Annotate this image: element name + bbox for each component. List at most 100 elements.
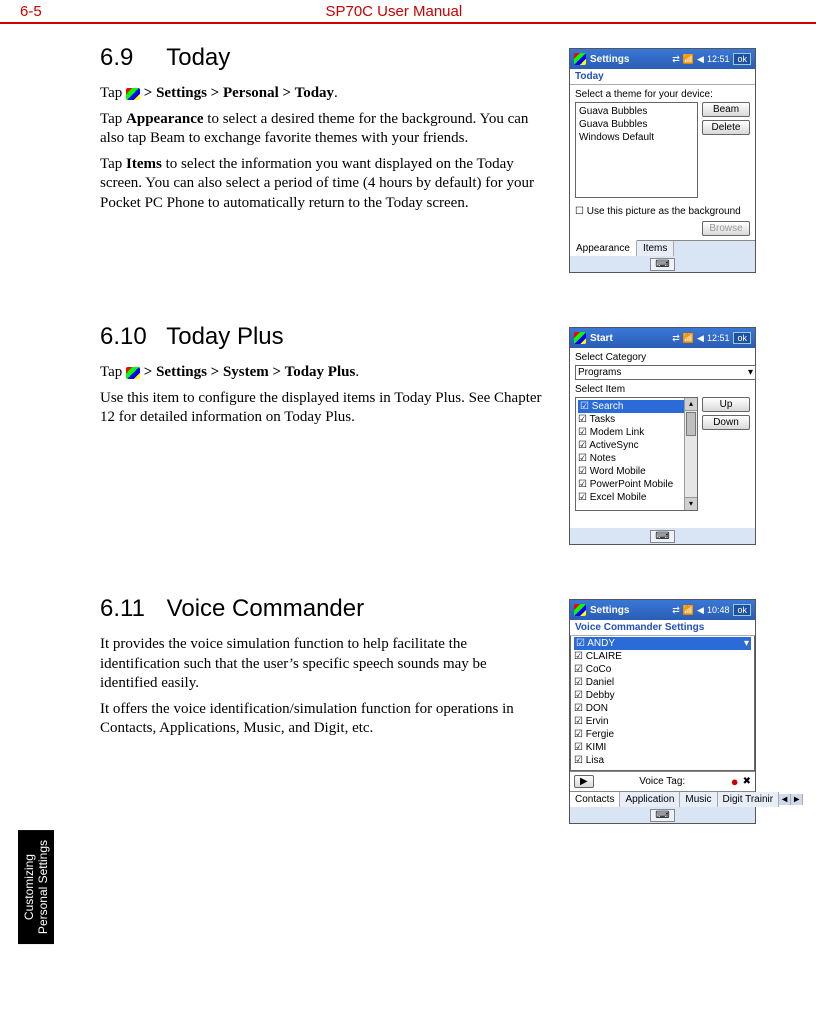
- ok-button[interactable]: ok: [733, 53, 751, 65]
- list-item[interactable]: DON: [574, 702, 751, 715]
- list-item[interactable]: Modem Link: [578, 426, 695, 439]
- scrollbar[interactable]: ▴ ▾: [684, 398, 697, 510]
- ppc-titlebar[interactable]: Start ⇄ 📶 ◀ 12:51 ok: [570, 328, 755, 348]
- tab-items[interactable]: Items: [637, 241, 674, 256]
- section-today-plus: 6.10 Today Plus Tap > Settings > System …: [100, 323, 756, 545]
- section-6-11-heading: 6.11 Voice Commander: [100, 595, 547, 623]
- clock-text[interactable]: 12:51: [707, 333, 730, 343]
- screenshot-voice-commander: Settings ⇄ 📶 ◀ 10:48 ok Voice Commander …: [569, 599, 756, 824]
- heading-number: 6.11: [100, 595, 160, 623]
- theme-label: Select a theme for your device:: [575, 89, 750, 100]
- sip-keyboard-icon[interactable]: ⌨: [650, 258, 674, 271]
- connectivity-icon[interactable]: ⇄: [672, 54, 680, 65]
- connectivity-icon[interactable]: ⇄: [672, 333, 680, 344]
- list-item[interactable]: Tasks: [578, 413, 695, 426]
- theme-item[interactable]: Guava Bubbles: [579, 105, 694, 118]
- signal-icon[interactable]: 📶: [683, 605, 694, 616]
- list-item[interactable]: Daniel: [574, 676, 751, 689]
- list-item[interactable]: Fergie: [574, 728, 751, 741]
- chapter-side-tab: Customizing Personal Settings: [18, 830, 54, 944]
- speaker-icon[interactable]: ◀: [697, 54, 704, 65]
- theme-listbox[interactable]: Guava Bubbles Guava Bubbles Windows Defa…: [575, 102, 698, 198]
- contacts-listbox[interactable]: ☑ ANDY▾ CLAIRE CoCo Daniel Debby DON Erv…: [570, 636, 755, 771]
- ppc-titlebar[interactable]: Settings ⇄ 📶 ◀ 10:48 ok: [570, 600, 755, 620]
- tab-strip: Appearance Items: [570, 240, 755, 256]
- start-flag-icon[interactable]: [574, 332, 586, 344]
- list-item[interactable]: Word Mobile: [578, 465, 695, 478]
- clock-text[interactable]: 12:51: [707, 54, 730, 64]
- chevron-down-icon: ▾: [748, 367, 753, 378]
- tab-music[interactable]: Music: [680, 792, 717, 807]
- delete-tag-icon[interactable]: ✖: [743, 776, 751, 787]
- start-flag-icon[interactable]: [574, 53, 586, 65]
- tab-digit-training[interactable]: Digit Trainir: [718, 792, 780, 807]
- up-button[interactable]: Up: [702, 397, 750, 412]
- tab-scroll-left-icon[interactable]: ◂: [779, 794, 791, 805]
- side-tab-line1: Customizing: [22, 854, 36, 920]
- category-dropdown[interactable]: Programs ▾: [575, 365, 756, 380]
- list-item[interactable]: Excel Mobile: [578, 491, 695, 504]
- page-header: 6-5 SP70C User Manual: [0, 0, 816, 24]
- list-item[interactable]: PowerPoint Mobile: [578, 478, 695, 491]
- voice-tag-label: Voice Tag:: [598, 776, 727, 787]
- list-item[interactable]: Ervin: [574, 715, 751, 728]
- list-item[interactable]: KIMI: [574, 741, 751, 754]
- start-flag-icon: [126, 367, 140, 379]
- ok-button[interactable]: ok: [733, 332, 751, 344]
- titlebar-text: Start: [590, 333, 669, 344]
- heading-number: 6.9: [100, 44, 160, 72]
- section-6-10-heading: 6.10 Today Plus: [100, 323, 547, 351]
- signal-icon[interactable]: 📶: [683, 54, 694, 65]
- s69-p3: Tap Items to select the information you …: [100, 155, 547, 214]
- list-item[interactable]: ActiveSync: [578, 439, 695, 452]
- list-item[interactable]: Debby: [574, 689, 751, 702]
- ppc-titlebar[interactable]: Settings ⇄ 📶 ◀ 12:51 ok: [570, 49, 755, 69]
- speaker-icon[interactable]: ◀: [697, 333, 704, 344]
- delete-button[interactable]: Delete: [702, 120, 750, 135]
- list-item[interactable]: CLAIRE: [574, 650, 751, 663]
- section-voice-commander: 6.11 Voice Commander It provides the voi…: [100, 595, 756, 824]
- heading-title: Today Plus: [166, 323, 283, 350]
- clock-text[interactable]: 10:48: [707, 605, 730, 615]
- s611-p1: It provides the voice simulation functio…: [100, 635, 547, 694]
- scroll-up-icon[interactable]: ▴: [685, 398, 697, 411]
- sip-keyboard-icon[interactable]: ⌨: [650, 530, 674, 543]
- list-item[interactable]: ☑ Search: [578, 400, 695, 413]
- voice-tag-bar: ▶ Voice Tag: ● ✖: [570, 771, 755, 791]
- beam-button[interactable]: Beam: [702, 102, 750, 117]
- sip-keyboard-icon[interactable]: ⌨: [650, 809, 674, 822]
- list-item[interactable]: ☑ ANDY▾: [574, 637, 751, 650]
- tab-application[interactable]: Application: [620, 792, 680, 807]
- s610-p2: Use this item to configure the displayed…: [100, 389, 547, 428]
- page-number: 6-5: [20, 3, 42, 20]
- record-icon[interactable]: ●: [731, 774, 739, 789]
- chevron-down-icon[interactable]: ▾: [744, 637, 749, 650]
- start-flag-icon[interactable]: [574, 604, 586, 616]
- screenshot-today-settings: Settings ⇄ 📶 ◀ 12:51 ok Today Select a t…: [569, 48, 756, 273]
- connectivity-icon[interactable]: ⇄: [672, 605, 680, 616]
- theme-item[interactable]: Guava Bubbles: [579, 118, 694, 131]
- s69-p1: Tap > Settings > Personal > Today.: [100, 84, 547, 104]
- list-item[interactable]: Lisa: [574, 754, 751, 767]
- items-listbox[interactable]: ☑ Search Tasks Modem Link ActiveSync Not…: [575, 397, 698, 511]
- item-label: Select Item: [575, 384, 750, 395]
- tab-strip: Contacts Application Music Digit Trainir…: [570, 791, 755, 807]
- scroll-thumb[interactable]: [686, 412, 696, 436]
- tab-appearance[interactable]: Appearance: [570, 240, 637, 256]
- tab-scroll-right-icon[interactable]: ▸: [791, 794, 803, 805]
- background-picture-checkbox[interactable]: ☐ Use this picture as the background: [575, 206, 750, 217]
- dropdown-value: Programs: [578, 367, 621, 378]
- down-button[interactable]: Down: [702, 415, 750, 430]
- signal-icon[interactable]: 📶: [683, 333, 694, 344]
- theme-item[interactable]: Windows Default: [579, 131, 694, 144]
- list-item[interactable]: CoCo: [574, 663, 751, 676]
- titlebar-text: Settings: [590, 54, 669, 65]
- start-flag-icon: [126, 88, 140, 100]
- play-button[interactable]: ▶: [574, 775, 594, 788]
- scroll-down-icon[interactable]: ▾: [685, 497, 697, 510]
- tab-contacts[interactable]: Contacts: [570, 792, 620, 807]
- ok-button[interactable]: ok: [733, 604, 751, 616]
- screen-title: Today: [570, 69, 755, 85]
- speaker-icon[interactable]: ◀: [697, 605, 704, 616]
- list-item[interactable]: Notes: [578, 452, 695, 465]
